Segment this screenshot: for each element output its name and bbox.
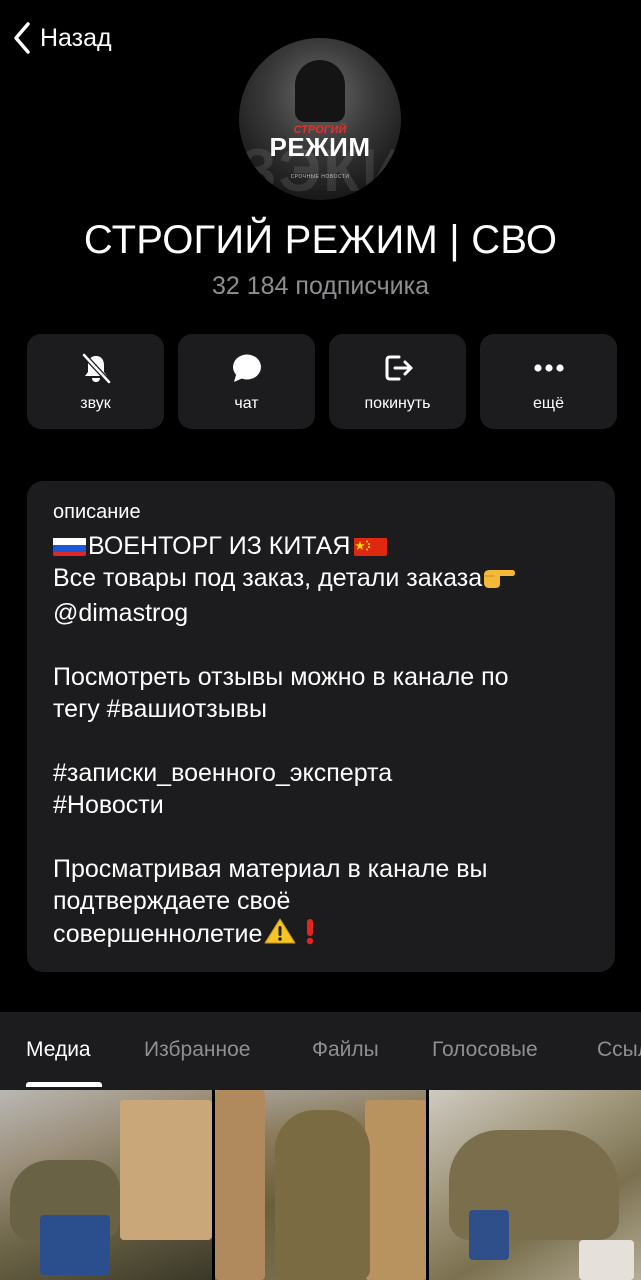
mute-button[interactable]: звук	[27, 334, 164, 429]
description-caption: описание	[53, 501, 141, 523]
avatar-line3: СРОЧНЫЕ НОВОСТИ	[290, 174, 350, 180]
exclamation-icon	[304, 917, 316, 953]
tab-voice[interactable]: Голосовые	[432, 1038, 538, 1062]
action-bar: звук чат покинуть ещё	[27, 334, 617, 429]
description-line7[interactable]: #Новости	[53, 789, 589, 821]
description-line8: Просматривая материал в канале вы	[53, 855, 488, 883]
pointing-hand-icon	[482, 565, 516, 597]
more-dots-icon	[532, 351, 566, 385]
media-thumbnail[interactable]	[214, 1090, 427, 1280]
media-thumbnail[interactable]	[429, 1090, 641, 1280]
description-line4: Посмотреть отзывы можно в канале по	[53, 663, 509, 691]
leave-button[interactable]: покинуть	[329, 334, 466, 429]
description-line1: ВОЕНТОРГ ИЗ КИТАЯ	[88, 532, 351, 560]
description-line9: подтверждаете своё	[53, 887, 291, 915]
tab-links[interactable]: Ссылки	[597, 1038, 641, 1062]
warning-icon	[264, 917, 296, 953]
description-line10: совершеннолетие	[53, 920, 263, 948]
avatar-line2: РЕЖИМ	[269, 132, 371, 162]
more-label: ещё	[533, 394, 564, 412]
leave-icon	[381, 351, 415, 385]
avatar-figure	[295, 60, 345, 122]
description-card: описание ВОЕНТОРГ ИЗ КИТАЯ Все товары по…	[27, 481, 615, 972]
tab-files[interactable]: Файлы	[312, 1038, 379, 1062]
back-button[interactable]: Назад	[10, 18, 112, 58]
description-line: совершеннолетие	[53, 917, 589, 953]
chat-label: чат	[234, 394, 259, 412]
media-tabs: Медиа Избранное Файлы Голосовые Ссылки	[0, 1012, 641, 1090]
tab-media[interactable]: Медиа	[26, 1038, 91, 1062]
leave-label: покинуть	[364, 394, 431, 412]
chat-button[interactable]: чат	[178, 334, 315, 429]
chevron-left-icon	[14, 22, 30, 54]
china-flag-icon	[353, 535, 387, 556]
description-line: Все товары под заказ, детали заказа	[53, 562, 589, 597]
media-thumbnail[interactable]	[0, 1090, 212, 1280]
description-line: ВОЕНТОРГ ИЗ КИТАЯ	[53, 530, 589, 562]
description-line5: тегу #вашиотзывы	[53, 695, 267, 723]
active-tab-indicator	[26, 1082, 102, 1087]
more-button[interactable]: ещё	[480, 334, 617, 429]
bell-slash-icon	[79, 351, 113, 385]
media-grid	[0, 1090, 641, 1280]
channel-avatar[interactable]: ЗЭКИ СТРОГИЙ РЕЖИМ СРОЧНЫЕ НОВОСТИ	[239, 38, 401, 200]
chat-bubble-icon	[230, 351, 264, 385]
tab-favorites[interactable]: Избранное	[144, 1038, 250, 1062]
description-line6[interactable]: #записки_военного_эксперта	[53, 757, 589, 789]
russia-flag-icon	[53, 535, 86, 556]
channel-title: СТРОГИЙ РЕЖИМ | СВО	[83, 218, 558, 262]
description-line2: Все товары под заказ, детали заказа	[53, 564, 483, 592]
mute-label: звук	[80, 394, 111, 412]
back-label: Назад	[40, 23, 112, 52]
description-line3[interactable]: @dimastrog	[53, 597, 589, 629]
subscriber-count: 32 184 подписчика	[212, 272, 429, 300]
